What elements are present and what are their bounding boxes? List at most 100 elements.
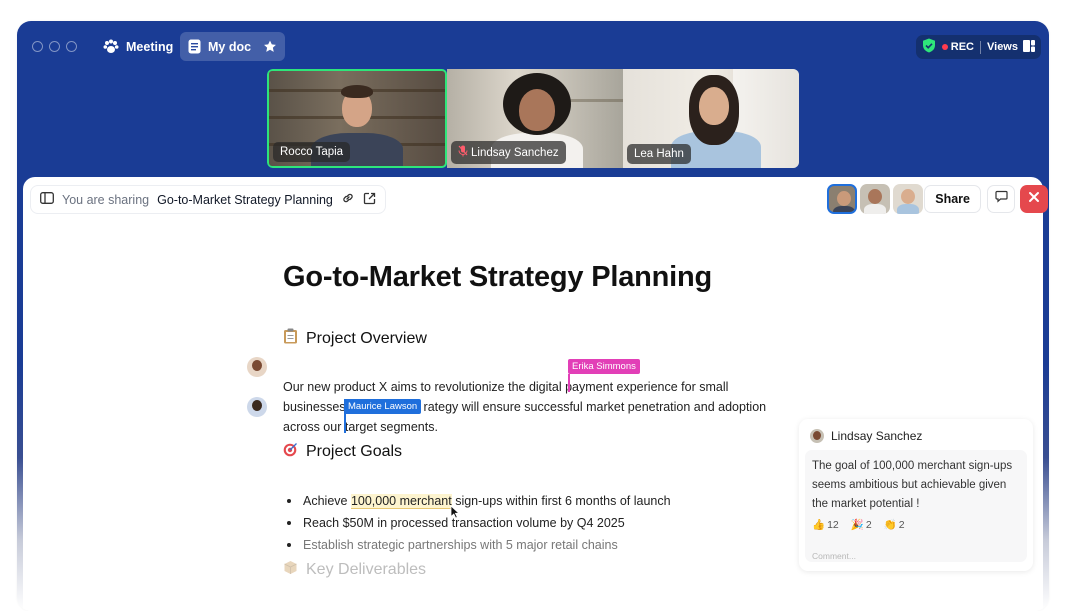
goals-list: Achieve 100,000 merchant sign-ups within…: [283, 491, 671, 557]
meeting-controls: REC Views: [915, 35, 1041, 59]
list-item[interactable]: Reach $50M in processed transaction volu…: [283, 513, 671, 535]
text-span: businesses: [283, 400, 346, 414]
sidebar-toggle-icon[interactable]: [40, 192, 54, 207]
text-span: target segments.: [344, 420, 438, 434]
participant-head: [699, 87, 729, 125]
participant-name: Lea Hahn: [634, 148, 684, 160]
share-button[interactable]: Share: [924, 185, 981, 213]
comment-icon: [994, 190, 1008, 208]
tab-my-doc[interactable]: My doc: [180, 32, 286, 61]
close-icon: [1028, 190, 1040, 208]
participant-head: [519, 89, 555, 131]
divider: [980, 40, 981, 54]
section-heading-overview[interactable]: Project Overview: [283, 328, 427, 349]
collaborator-avatar[interactable]: [247, 357, 267, 377]
text-span: Achieve: [303, 494, 351, 508]
section-heading-label: Project Goals: [306, 443, 403, 460]
comment-input[interactable]: Comment...: [812, 551, 856, 561]
reaction-clap[interactable]: 👏 2: [883, 518, 905, 532]
commenter-avatar: [810, 429, 824, 443]
paw-icon: [103, 39, 119, 54]
comment-card[interactable]: Lindsay Sanchez The goal of 100,000 merc…: [799, 419, 1033, 571]
reaction-party[interactable]: 🎉 2: [850, 518, 872, 532]
text-span: payment experience for small: [565, 380, 729, 394]
highlighted-text[interactable]: 100,000 merchant: [350, 494, 452, 509]
text-span: sign-ups within first 6 months of launch: [451, 494, 671, 508]
text-span: across our: [283, 420, 342, 434]
avatar-body: [833, 206, 855, 212]
video-tile-lindsay[interactable]: Lindsay Sanchez: [447, 69, 623, 168]
tab-meeting-label: Meeting: [126, 39, 174, 54]
participant-name: Lindsay Sanchez: [471, 146, 559, 159]
clapping-hands-icon: 👏: [883, 519, 897, 531]
section-heading-label: Project Overview: [306, 329, 427, 347]
section-heading-goals[interactable]: Project Goals: [283, 442, 402, 462]
avatar[interactable]: [860, 184, 890, 214]
window-controls: [32, 41, 77, 52]
avatar[interactable]: [827, 184, 857, 214]
shelf: [567, 99, 623, 102]
video-tile-lea[interactable]: Lea Hahn: [623, 69, 799, 168]
comment-body: The goal of 100,000 merchant sign-ups se…: [805, 450, 1027, 562]
package-icon: [283, 560, 298, 580]
text-span: Our new product X aims to revolutionize …: [283, 380, 562, 394]
participant-hair: [341, 85, 373, 98]
tab-meeting[interactable]: Meeting: [95, 32, 181, 61]
link-icon[interactable]: [341, 191, 355, 208]
target-icon: [283, 442, 298, 462]
video-strip: Rocco Tapia Lindsay Sanchez Lea Hahn: [267, 69, 799, 168]
clipboard-icon: [283, 328, 298, 349]
reaction-count: 12: [827, 518, 839, 531]
close-window-dot[interactable]: [32, 41, 43, 52]
participant-nametag: Lea Hahn: [627, 144, 691, 164]
shield-check-icon: [922, 38, 936, 56]
maximize-window-dot[interactable]: [66, 41, 77, 52]
avatar-body: [864, 204, 886, 214]
shared-doc-title: Go-to-Market Strategy Planning: [157, 192, 333, 207]
stop-sharing-button[interactable]: [1020, 185, 1048, 213]
paragraph-line: across our target segments.: [283, 417, 783, 437]
video-tile-rocco[interactable]: Rocco Tapia: [267, 69, 447, 168]
reaction-count: 2: [898, 518, 905, 531]
participant-avatars: [827, 184, 923, 214]
comment-header: Lindsay Sanchez: [810, 429, 922, 443]
title-bar: Meeting My doc REC Views: [17, 21, 1049, 71]
text-span: rategy will ensure successful market pen…: [423, 400, 767, 414]
text-span: Reach $50M in processed transaction volu…: [303, 516, 625, 530]
reaction-thumbs-up[interactable]: 👍 12: [812, 518, 839, 532]
cursor-caret-maurice: [344, 399, 346, 433]
star-icon[interactable]: [263, 40, 277, 53]
reaction-count: 2: [865, 518, 872, 531]
avatar-face: [252, 400, 262, 411]
recording-indicator: REC: [941, 41, 974, 53]
comment-reactions: 👍 12 🎉 2 👏 2: [812, 518, 905, 532]
cursor-label-erika: Erika Simmons: [568, 359, 640, 374]
app-window: Meeting My doc REC Views Rocco Tapia Lin…: [17, 21, 1049, 611]
views-button[interactable]: Views: [987, 39, 1035, 55]
paragraph-line: Our new product X aims to revolutionize …: [283, 377, 783, 397]
section-heading-deliverables[interactable]: Key Deliverables: [283, 560, 426, 580]
cursor-caret-erika: [568, 374, 570, 392]
participant-nametag: Lindsay Sanchez: [451, 141, 566, 164]
mouse-pointer-icon: [450, 505, 461, 524]
tab-my-doc-label: My doc: [208, 39, 252, 54]
section-heading-label: Key Deliverables: [306, 561, 427, 578]
open-external-icon[interactable]: [363, 192, 376, 208]
list-item[interactable]: Achieve 100,000 merchant sign-ups within…: [283, 491, 671, 513]
comment-text: The goal of 100,000 merchant sign-ups se…: [812, 460, 1013, 510]
document-panel: You are sharing Go-to-Market Strategy Pl…: [23, 177, 1048, 611]
comment-author: Lindsay Sanchez: [831, 429, 923, 443]
layout-icon: [1023, 39, 1035, 55]
participant-nametag: Rocco Tapia: [273, 142, 351, 162]
collaborator-avatar[interactable]: [247, 397, 267, 417]
list-item[interactable]: Establish strategic partnerships with 5 …: [283, 535, 671, 557]
participant-name: Rocco Tapia: [280, 146, 344, 158]
minimize-window-dot[interactable]: [49, 41, 60, 52]
avatar-face: [901, 189, 915, 204]
party-popper-icon: 🎉: [850, 519, 864, 531]
document-title[interactable]: Go-to-Market Strategy Planning: [283, 261, 712, 294]
rec-label: REC: [950, 41, 974, 53]
chat-button[interactable]: [987, 185, 1015, 213]
avatar[interactable]: [893, 184, 923, 214]
avatar-face: [252, 360, 262, 371]
